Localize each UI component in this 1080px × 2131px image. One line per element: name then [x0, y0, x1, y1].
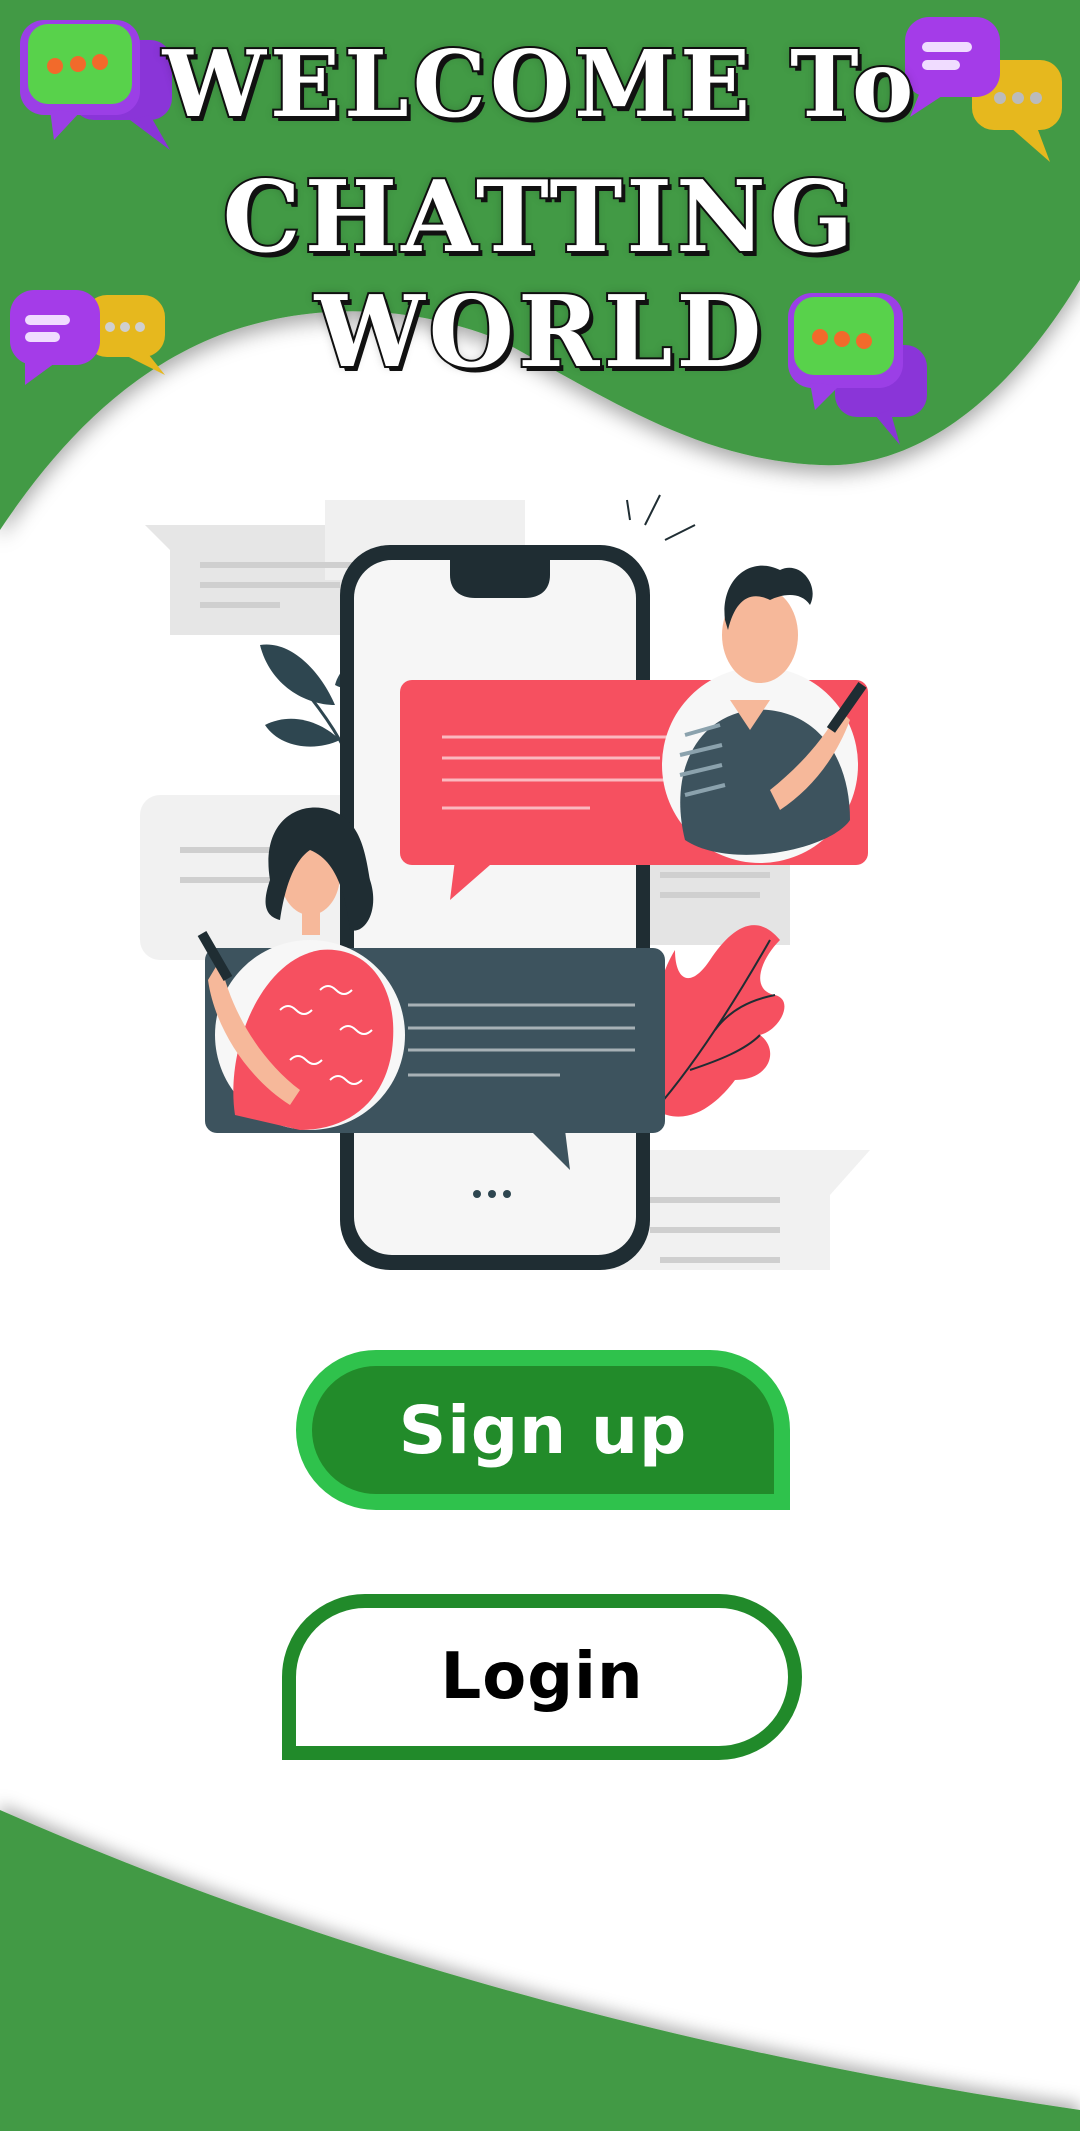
signup-button-label: Sign up [398, 1391, 688, 1469]
login-button[interactable]: Login [282, 1594, 802, 1760]
footer-wave [0, 1810, 1080, 2131]
signup-button[interactable]: Sign up [296, 1350, 790, 1510]
chat-illustration [140, 494, 870, 1270]
page-title-line2: CHATTING WORLD [221, 158, 858, 392]
login-button-label: Login [440, 1640, 644, 1714]
page-title-line1: WELCOME To [161, 28, 918, 140]
